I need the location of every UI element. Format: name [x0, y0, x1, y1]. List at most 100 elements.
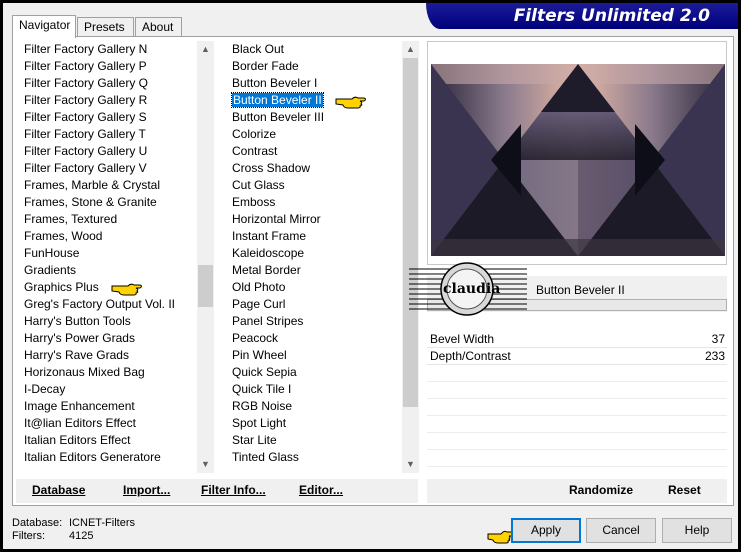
watermark-stamp: claudia — [409, 261, 527, 317]
list-item[interactable]: Old Photo — [229, 279, 405, 296]
chevron-up-icon[interactable]: ▲ — [402, 41, 419, 58]
list-item[interactable]: Harry's Button Tools — [21, 313, 199, 330]
status-area: Database: ICNET-Filters Filters: 4125 — [12, 517, 135, 543]
database-label: Database: — [12, 517, 63, 529]
list-item[interactable]: Frames, Wood — [21, 228, 199, 245]
list-item[interactable]: Button Beveler I — [229, 75, 405, 92]
param-value: 37 — [711, 332, 725, 346]
tab-about[interactable]: About — [135, 17, 182, 37]
list-item[interactable]: Black Out — [229, 41, 405, 58]
list-item[interactable]: Horizonaus Mixed Bag — [21, 364, 199, 381]
editor-button[interactable]: Editor... — [299, 483, 343, 497]
database-value: ICNET-Filters — [69, 517, 135, 529]
param-empty-row — [427, 382, 727, 399]
list-item[interactable]: Filter Factory Gallery R — [21, 92, 199, 109]
param-name: Bevel Width — [430, 332, 495, 346]
list-item[interactable]: I-Decay — [21, 381, 199, 398]
list-item[interactable]: Cross Shadow — [229, 160, 405, 177]
cancel-button[interactable]: Cancel — [586, 518, 656, 543]
list-item[interactable]: RGB Noise — [229, 398, 405, 415]
list-item[interactable]: Colorize — [229, 126, 405, 143]
apply-button[interactable]: Apply — [511, 518, 581, 543]
list-item[interactable]: Quick Sepia — [229, 364, 405, 381]
list-item[interactable]: Frames, Textured — [21, 211, 199, 228]
list-item[interactable]: FunHouse — [21, 245, 199, 262]
list-item[interactable]: Peacock — [229, 330, 405, 347]
list-item[interactable]: Filter Factory Gallery S — [21, 109, 199, 126]
list-item[interactable]: Instant Frame — [229, 228, 405, 245]
list-item[interactable]: Frames, Marble & Crystal — [21, 177, 199, 194]
chevron-down-icon[interactable]: ▼ — [402, 456, 419, 473]
list-item[interactable]: Italian Editors Effect — [21, 432, 199, 449]
pointing-hand-icon — [110, 280, 144, 296]
scroll-thumb[interactable] — [403, 58, 418, 407]
list-item[interactable]: Border Fade — [229, 58, 405, 75]
stamp-text: claudia — [443, 281, 501, 297]
list-item[interactable]: Frames, Stone & Granite — [21, 194, 199, 211]
list-item[interactable]: Filter Factory Gallery T — [21, 126, 199, 143]
pointing-hand-icon — [334, 93, 368, 109]
param-empty-row — [427, 450, 727, 467]
list-item[interactable]: Filter Factory Gallery V — [21, 160, 199, 177]
chevron-up-icon[interactable]: ▲ — [197, 41, 214, 58]
list-item[interactable]: Horizontal Mirror — [229, 211, 405, 228]
list-item-label: Graphics Plus — [24, 280, 99, 294]
filter-info-button[interactable]: Filter Info... — [201, 483, 266, 497]
randomize-button[interactable]: Randomize — [569, 483, 633, 497]
current-filter-name: Button Beveler II — [536, 283, 625, 297]
param-empty-row — [427, 399, 727, 416]
import-button[interactable]: Import... — [123, 483, 170, 497]
list-item-label: Button Beveler II — [231, 92, 324, 108]
list-item[interactable]: Page Curl — [229, 296, 405, 313]
param-empty-row — [427, 416, 727, 433]
filter-scrollbar[interactable]: ▲ ▼ — [402, 41, 419, 473]
list-item[interactable]: Button Beveler III — [229, 109, 405, 126]
param-bevel-width[interactable]: Bevel Width 37 — [427, 331, 727, 348]
help-button[interactable]: Help — [662, 518, 732, 543]
list-item-graphics-plus[interactable]: Graphics Plus — [21, 279, 199, 296]
list-item[interactable]: Italian Editors Generatore — [21, 449, 199, 466]
window-title: Filters Unlimited 2.0 — [513, 6, 710, 26]
list-item[interactable]: Gradients — [21, 262, 199, 279]
tab-presets[interactable]: Presets — [77, 17, 134, 37]
list-item[interactable]: Cut Glass — [229, 177, 405, 194]
list-item[interactable]: Tinted Glass — [229, 449, 405, 466]
list-item[interactable]: Spot Light — [229, 415, 405, 432]
database-button[interactable]: Database — [32, 483, 85, 497]
list-item[interactable]: Harry's Rave Grads — [21, 347, 199, 364]
filters-count: 4125 — [69, 530, 94, 542]
list-item[interactable]: Metal Border — [229, 262, 405, 279]
title-bar: Filters Unlimited 2.0 — [426, 3, 738, 29]
filters-unlimited-window: Filters Unlimited 2.0 Navigator Presets … — [3, 3, 738, 549]
list-item[interactable]: Filter Factory Gallery P — [21, 58, 199, 75]
list-item[interactable]: Pin Wheel — [229, 347, 405, 364]
chevron-down-icon[interactable]: ▼ — [197, 456, 214, 473]
list-item[interactable]: Contrast — [229, 143, 405, 160]
list-item[interactable]: Filter Factory Gallery U — [21, 143, 199, 160]
list-item[interactable]: Greg's Factory Output Vol. II — [21, 296, 199, 313]
scroll-thumb[interactable] — [198, 265, 213, 307]
filter-list[interactable]: Black Out Border Fade Button Beveler I B… — [229, 41, 405, 473]
list-item[interactable]: Emboss — [229, 194, 405, 211]
param-depth-contrast[interactable]: Depth/Contrast 233 — [427, 348, 727, 365]
list-item[interactable]: It@lian Editors Effect — [21, 415, 199, 432]
param-value: 233 — [704, 349, 725, 363]
category-scrollbar[interactable]: ▲ ▼ — [197, 41, 214, 473]
left-button-bar: Database Import... Filter Info... Editor… — [16, 479, 418, 503]
list-item[interactable]: Harry's Power Grads — [21, 330, 199, 347]
param-empty-row — [427, 365, 727, 382]
list-item[interactable]: Panel Stripes — [229, 313, 405, 330]
preview-pane — [427, 41, 727, 265]
param-empty-row — [427, 433, 727, 450]
list-item[interactable]: Star Lite — [229, 432, 405, 449]
category-list[interactable]: Filter Factory Gallery N Filter Factory … — [21, 41, 199, 473]
list-item[interactable]: Filter Factory Gallery N — [21, 41, 199, 58]
reset-button[interactable]: Reset — [668, 483, 701, 497]
tab-navigator[interactable]: Navigator — [12, 15, 76, 38]
list-item[interactable]: Quick Tile I — [229, 381, 405, 398]
list-item[interactable]: Kaleidoscope — [229, 245, 405, 262]
param-name: Depth/Contrast — [430, 349, 511, 363]
list-item[interactable]: Image Enhancement — [21, 398, 199, 415]
list-item-selected[interactable]: Button Beveler II — [229, 92, 405, 109]
list-item[interactable]: Filter Factory Gallery Q — [21, 75, 199, 92]
